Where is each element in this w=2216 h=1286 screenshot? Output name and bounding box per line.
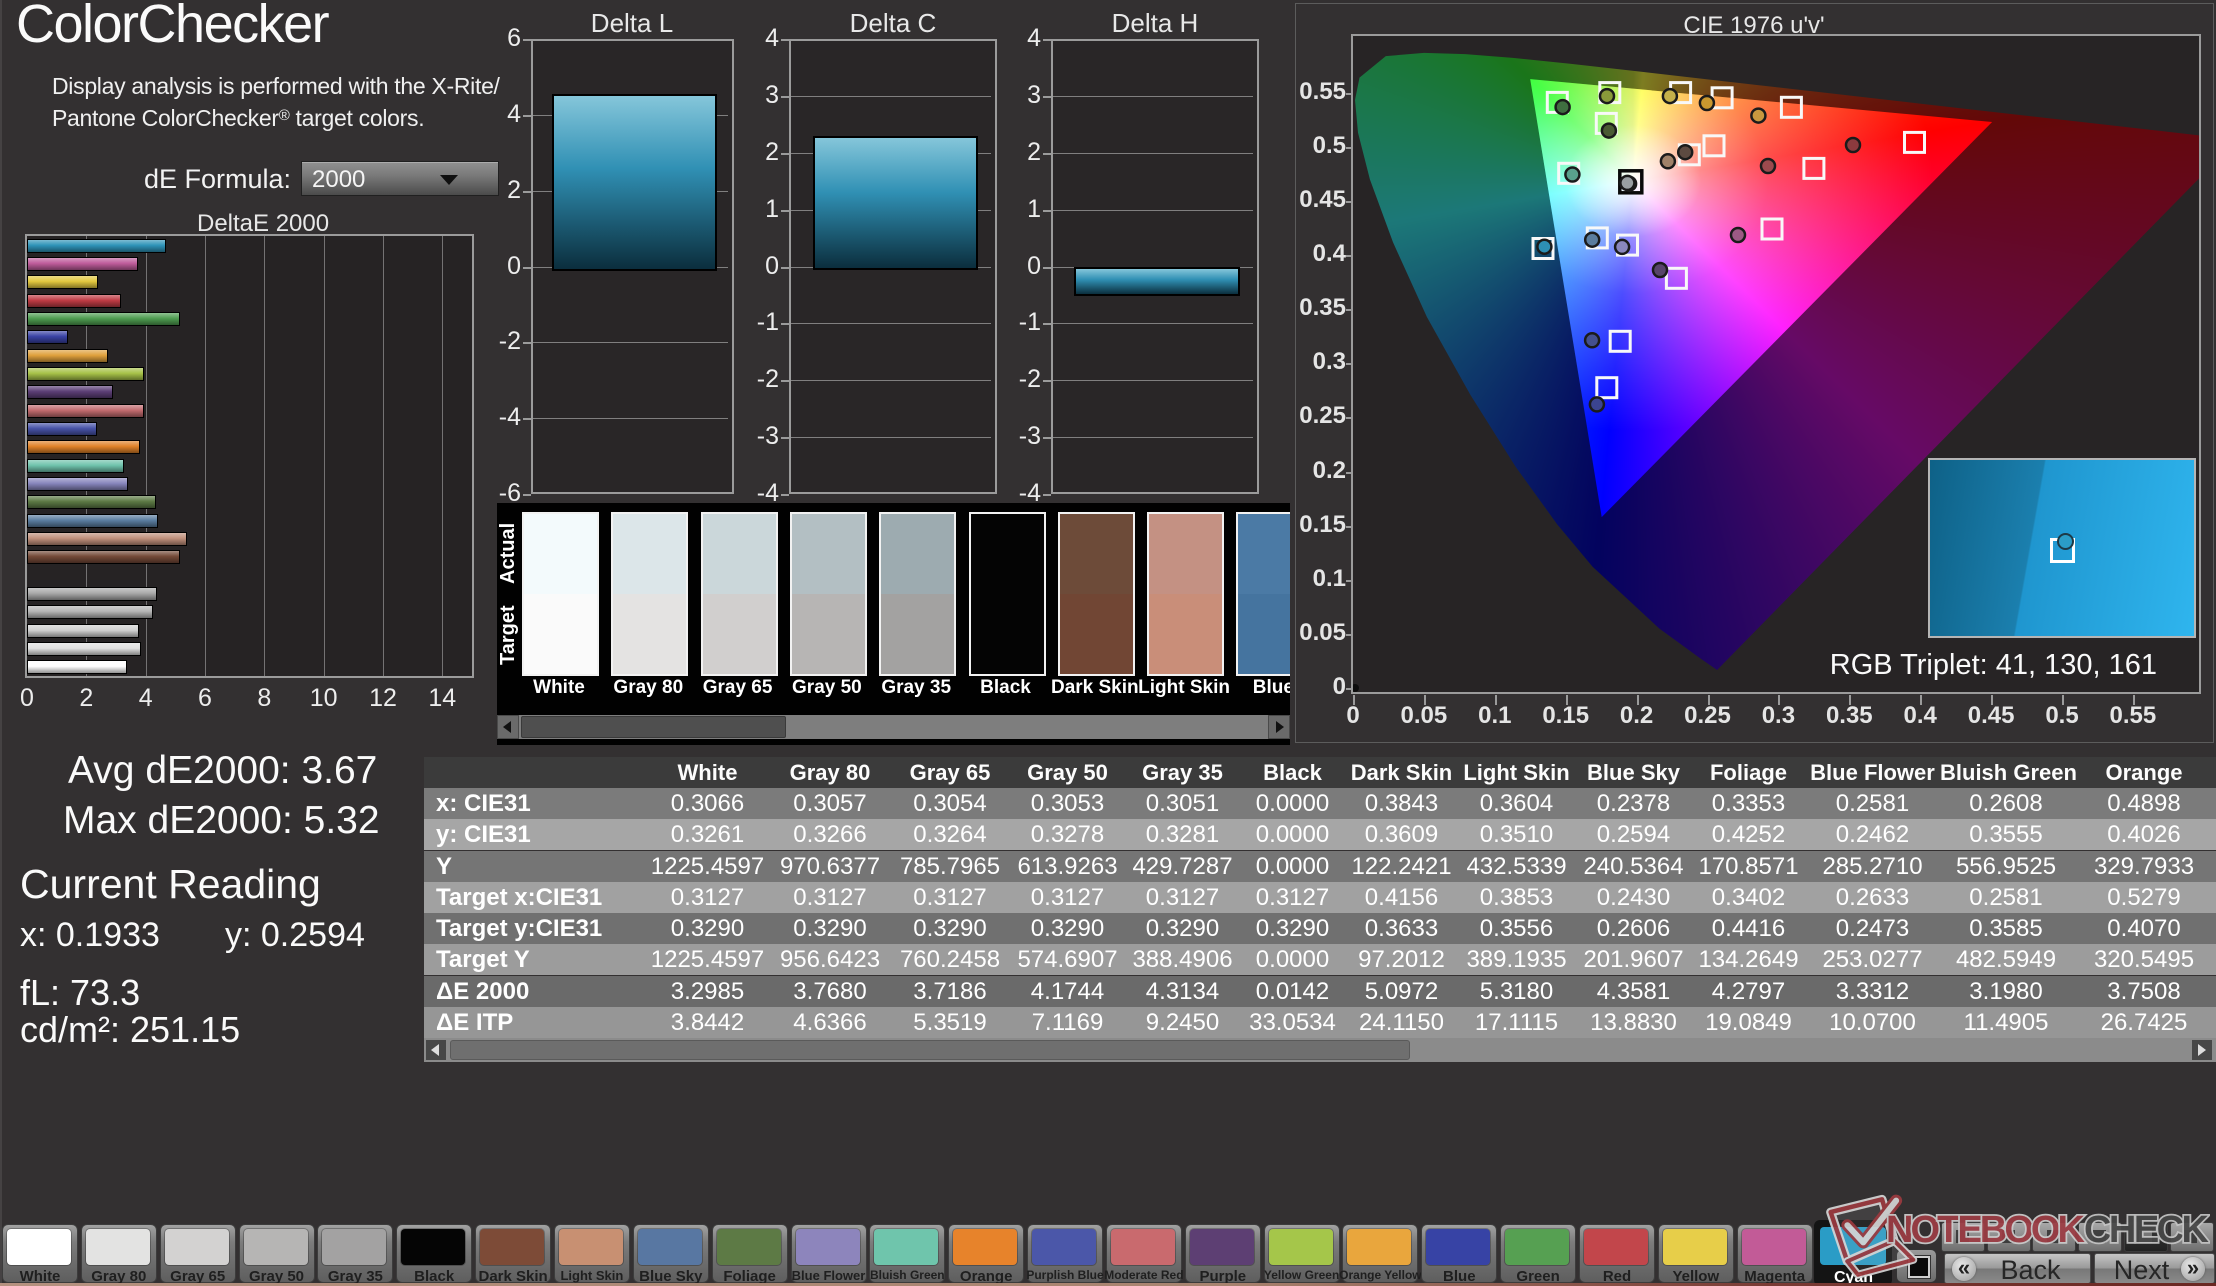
- svg-text:NOTEBOOK: NOTEBOOK: [1886, 1209, 2086, 1251]
- svg-text:CHECK: CHECK: [2084, 1209, 2210, 1251]
